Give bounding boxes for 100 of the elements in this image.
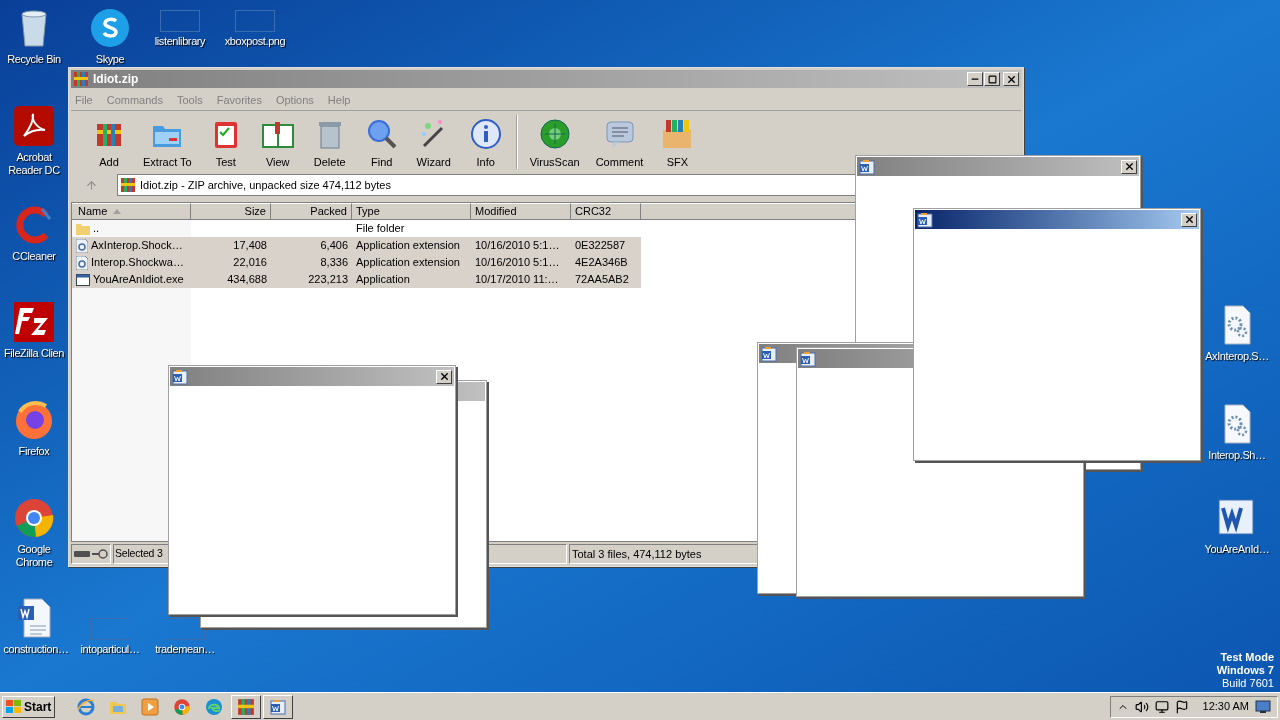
table-cell: 10/16/2010 5:1…: [475, 256, 560, 269]
toolbar-button[interactable]: Delete: [303, 114, 356, 172]
toolbar-button[interactable]: Test: [199, 114, 252, 172]
table-cell-text: AxInterop.Shock…: [91, 238, 183, 254]
file-thumbnail-icon: [90, 618, 130, 640]
column-header[interactable]: Name: [72, 203, 191, 220]
sort-ascending-icon: [113, 209, 122, 214]
key-icon: [92, 549, 108, 559]
toolbar-button[interactable]: VirusScan: [521, 114, 588, 172]
file-row[interactable]: AxInterop.Shock… 17,408 6,406 Application extension 10/16/2010 5:1… 0E322587: [72, 237, 641, 254]
table-cell: 6,406: [320, 239, 348, 252]
table-cell: Application extension: [356, 239, 460, 252]
program-window-icon: [76, 273, 90, 286]
desktop-icon[interactable]: YouAreAnId…: [1203, 496, 1271, 556]
close-button[interactable]: [1121, 159, 1137, 174]
toolbar-button[interactable]: Find: [355, 114, 408, 172]
file-row[interactable]: .. File folder: [72, 220, 641, 237]
column-header[interactable]: Size: [191, 203, 271, 220]
skype-icon: [88, 6, 132, 50]
desktop-icon[interactable]: Skype: [76, 6, 144, 66]
os-mode-text: Build 7601: [1222, 677, 1274, 690]
maximize-button[interactable]: [984, 72, 1000, 86]
column-header[interactable]: Type: [352, 203, 471, 220]
os-mode-text: Test Mode: [1220, 651, 1274, 664]
table-cell: Application: [356, 273, 410, 286]
desktop-icon[interactable]: Interop.Sh…: [1203, 402, 1271, 462]
folder-icon: [76, 222, 90, 235]
close-icon: [1005, 73, 1017, 85]
network-icon[interactable]: [1154, 699, 1169, 714]
window-title: Idiot.zip: [93, 71, 139, 88]
show-desktop-icon[interactable]: [1255, 699, 1271, 714]
maximize-icon: [987, 74, 997, 84]
toolbar-button[interactable]: Comment: [587, 114, 652, 172]
filezilla-icon: [12, 300, 56, 344]
desktop-icon[interactable]: Recycle Bin: [0, 6, 68, 66]
table-cell: 434,688: [227, 273, 267, 286]
close-button[interactable]: [1181, 212, 1197, 227]
table-cell-text: Interop.Shockwa…: [91, 255, 184, 271]
table-cell: 0E322587: [575, 239, 626, 252]
close-icon: [1183, 214, 1195, 225]
close-icon: [438, 371, 450, 382]
close-button[interactable]: [1003, 72, 1019, 86]
toolbar-button[interactable]: View: [251, 114, 304, 172]
chrome-icon: [173, 697, 192, 716]
desktop-icon[interactable]: Firefox: [0, 398, 68, 458]
word-document-icon: [270, 698, 287, 715]
flag-icon[interactable]: [1174, 699, 1189, 714]
close-button[interactable]: [436, 369, 452, 384]
word-document-icon: [800, 350, 816, 367]
status-text: Total 3 files, 474,112 bytes: [572, 546, 702, 562]
file-row[interactable]: YouAreAnIdiot.exe 434,688 223,213 Application 10/17/2010 11:… 72AA5AB2: [72, 271, 641, 288]
toolbar-button[interactable]: Add: [83, 114, 135, 172]
word-document-icon: [172, 368, 188, 385]
media-player-icon: [141, 697, 160, 716]
table-cell: File folder: [356, 222, 405, 235]
file-thumbnail-icon: [235, 10, 275, 32]
table-cell-text: YouAreAnIdiot.exe: [93, 272, 184, 288]
toolbar-button[interactable]: Extract To: [135, 114, 200, 172]
toolbar-button[interactable]: Wizard: [407, 114, 460, 172]
volume-icon[interactable]: [1134, 699, 1149, 714]
table-cell: 17,408: [233, 239, 267, 252]
desktop-icon[interactable]: construction…: [2, 596, 70, 656]
start-button[interactable]: Start: [2, 695, 56, 718]
column-header[interactable]: Packed: [271, 203, 352, 220]
taskbar-button[interactable]: [263, 694, 294, 719]
table-cell-text: ..: [93, 221, 100, 237]
word-document-icon: [761, 345, 777, 362]
status-text: Selected 3: [115, 546, 163, 562]
toolbar-button[interactable]: SFX: [651, 114, 704, 172]
desktop-icon[interactable]: AxInterop.S…: [1203, 303, 1271, 363]
table-cell: 10/17/2010 11:…: [475, 273, 559, 286]
desktop-icon[interactable]: CCleaner: [0, 203, 68, 263]
column-header[interactable]: Modified: [471, 203, 571, 220]
up-arrow-icon: [84, 178, 98, 192]
minimize-button[interactable]: [967, 72, 983, 86]
windows-logo-icon: [6, 699, 22, 714]
table-cell: 22,016: [233, 256, 267, 269]
browser-icon: [77, 697, 96, 716]
settings-file-icon: [76, 255, 88, 270]
table-cell: Application extension: [356, 256, 460, 269]
desktop-icon[interactable]: listenlibrary: [146, 10, 214, 48]
desktop-icon[interactable]: FileZilla Clien: [0, 300, 68, 360]
toolbar-button[interactable]: Info: [459, 114, 512, 172]
taskbar-button[interactable]: [231, 694, 262, 719]
desktop-icon[interactable]: Google Chrome: [0, 496, 68, 569]
column-header[interactable]: CRC32: [571, 203, 641, 220]
desktop-icon[interactable]: trademean…: [151, 618, 219, 656]
table-cell: 4E2A346B: [575, 256, 628, 269]
desktop-icon[interactable]: intoparticul…: [76, 618, 144, 656]
desktop-icon[interactable]: Acrobat Reader DC: [0, 104, 68, 177]
desktop-icon[interactable]: xboxpost.png: [221, 10, 289, 48]
table-cell: 72AA5AB2: [575, 273, 629, 286]
archive-icon: [120, 177, 136, 193]
table-cell: 223,213: [308, 273, 348, 286]
file-thumbnail-icon: [160, 10, 200, 32]
file-thumbnail-icon: [165, 618, 205, 640]
close-icon: [1123, 161, 1135, 172]
settings-file-icon: [76, 238, 88, 253]
chrome-icon: [12, 496, 56, 540]
file-row[interactable]: Interop.Shockwa… 22,016 8,336 Application extension 10/16/2010 5:1… 4E2A346B: [72, 254, 641, 271]
